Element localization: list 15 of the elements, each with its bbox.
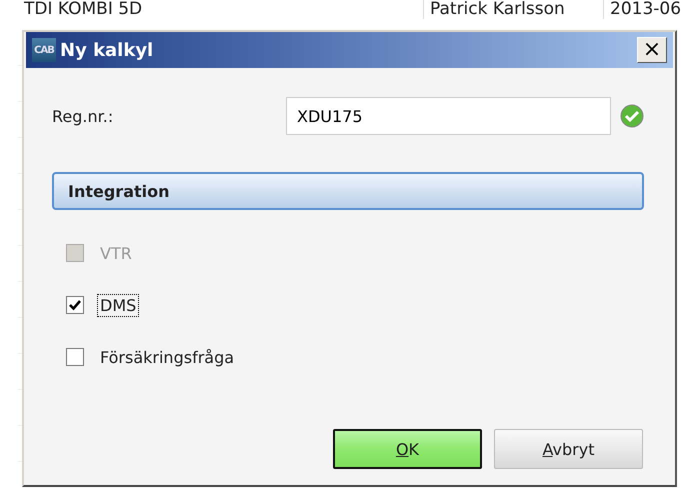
- table-cell-text: TDI KOMBI 5D: [23, 0, 144, 19]
- input-field[interactable]: XDU175: [286, 97, 611, 135]
- app-logo: CAB: [32, 38, 56, 62]
- checkbox[interactable]: [66, 348, 84, 366]
- field-label: Reg.nr.:: [52, 106, 114, 126]
- checkbox-label[interactable]: DMS: [98, 294, 138, 316]
- ok-button[interactable]: OK: [333, 429, 482, 469]
- window-title: Ny kalkyl: [60, 40, 154, 60]
- close-button[interactable]: ×: [637, 37, 667, 63]
- table-cell: Patrick Karlsson: [423, 0, 571, 19]
- cancel-button[interactable]: Avbryt: [494, 429, 643, 469]
- table-cell: 2013-06: [603, 0, 684, 19]
- checkbox-label[interactable]: Försäkringsfråga: [98, 346, 236, 368]
- section-header: Integration: [52, 172, 644, 210]
- checkbox[interactable]: [66, 296, 84, 314]
